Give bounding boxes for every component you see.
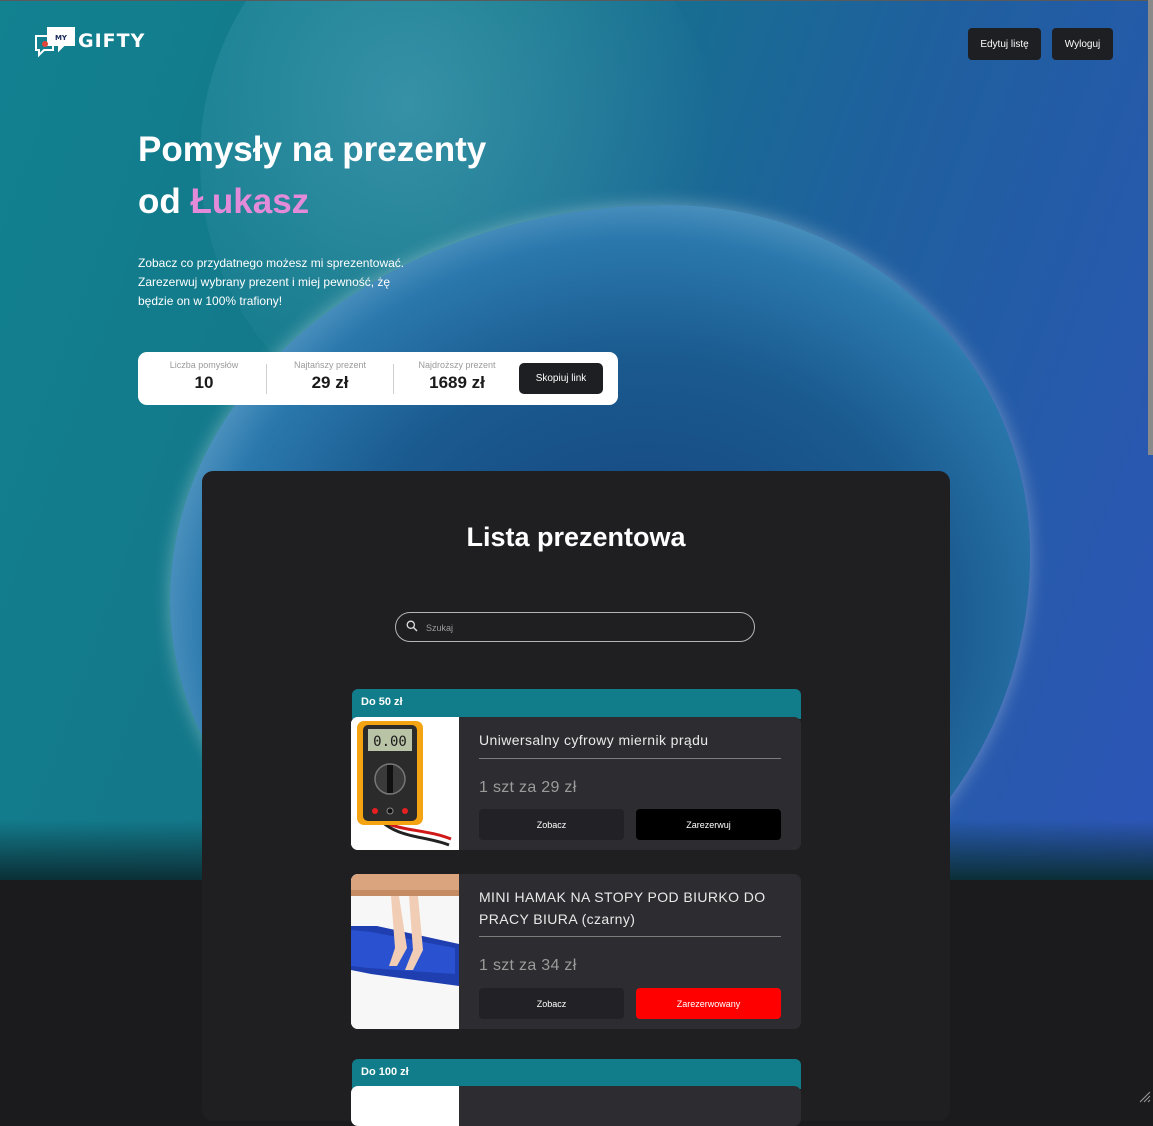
category-header: Do 100 zł (352, 1059, 801, 1089)
gift-image (351, 1086, 459, 1126)
stat-label: Najtańszy prezent (293, 360, 367, 370)
search-input[interactable] (424, 617, 748, 639)
chat-bubbles-icon: MY (35, 27, 75, 58)
gift-price: 1 szt za 29 zł (479, 779, 577, 796)
page-title: Pomysły na prezenty od Łukasz (138, 124, 486, 228)
gift-price: 1 szt za 34 zł (479, 957, 577, 974)
foot-hammock-illustration (351, 874, 459, 1029)
stat-value: 1689 zł (429, 373, 485, 392)
hero-description: Zobacz co przydatnego możesz mi sprezent… (138, 256, 405, 308)
reserved-button[interactable]: Zarezerwowany (636, 988, 781, 1019)
gift-card: MINI HAMAK NA STOPY POD BIURKO DO PRACY … (351, 874, 801, 1029)
divider (479, 936, 781, 937)
multimeter-display: 0.00 (373, 734, 407, 750)
list-title: Lista prezentowa (466, 522, 686, 552)
multimeter-image: 0.00 (351, 717, 459, 850)
resize-handle-icon[interactable] (1138, 1090, 1151, 1103)
stat-value: 10 (194, 373, 214, 392)
gift-name: MINI HAMAK NA STOPY POD BIURKO DO PRACY … (479, 889, 766, 927)
gift-name: Uniwersalny cyfrowy miernik prądu (479, 732, 709, 748)
logo-text: GIFTY (78, 30, 146, 52)
stat-count: Liczba pomysłów 10 (140, 360, 268, 393)
reserve-button[interactable]: Zarezerwuj (636, 809, 781, 840)
stat-cheapest: Najtańszy prezent 29 zł (266, 360, 394, 393)
search-icon (406, 620, 418, 632)
stats-bar: Liczba pomysłów 10 Najtańszy prezent 29 … (138, 352, 618, 405)
search-box[interactable] (395, 612, 755, 642)
gift-card: 0.00 Uniwersalny cyfrowy miernik prądu 1… (351, 717, 801, 850)
owner-name: Łukasz (190, 182, 310, 221)
see-button[interactable]: Zobacz (479, 809, 624, 840)
logout-button[interactable]: Wyloguj (1052, 28, 1113, 60)
category-header: Do 50 zł (352, 689, 801, 719)
multimeter-illustration: 0.00 (351, 717, 459, 850)
gift-card (351, 1086, 801, 1126)
copy-link-button[interactable]: Skopiuj link (519, 363, 603, 394)
title-line1: Pomysły na prezenty (138, 130, 487, 169)
foot-hammock-image (351, 874, 459, 1029)
scrollbar[interactable] (1148, 0, 1153, 455)
gift-list-panel: Lista prezentowa Do 50 zł 0.00 (202, 471, 950, 1126)
stat-label: Najdroższy prezent (418, 360, 496, 370)
logo[interactable]: MY GIFTY (34, 26, 154, 68)
divider (479, 758, 781, 759)
window-top-border (0, 0, 1153, 1)
stat-value: 29 zł (311, 373, 349, 392)
stat-label: Liczba pomysłów (169, 360, 239, 370)
stat-most-expensive: Najdroższy prezent 1689 zł (393, 360, 521, 393)
edit-list-button[interactable]: Edytuj listę (968, 28, 1041, 60)
title-prefix: od (138, 182, 181, 221)
logo-my-text: MY (55, 34, 68, 42)
see-button[interactable]: Zobacz (479, 988, 624, 1019)
